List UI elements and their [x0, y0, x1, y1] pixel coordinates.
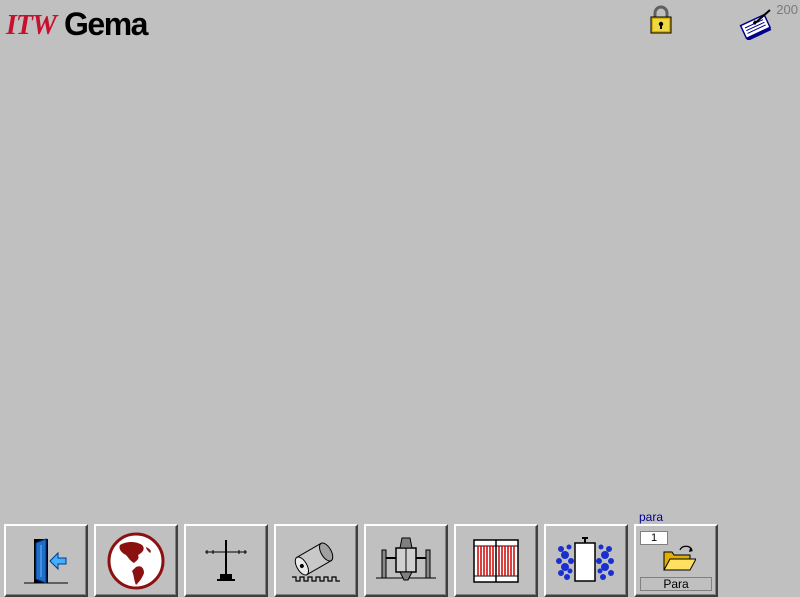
para-number-field[interactable]: 1 — [640, 531, 668, 545]
powder-cloud-button[interactable] — [544, 524, 628, 597]
exit-button[interactable] — [4, 524, 88, 597]
powder-cloud-icon — [556, 536, 614, 582]
language-button[interactable] — [94, 524, 178, 597]
axis-icon — [205, 539, 247, 581]
exit-door-icon — [24, 537, 68, 584]
para-button[interactable]: 1 Para — [634, 524, 718, 597]
roller-button[interactable] — [274, 524, 358, 597]
globe-icon — [107, 532, 165, 589]
axis-button[interactable] — [184, 524, 268, 597]
notepad-pen-icon[interactable] — [738, 8, 774, 42]
folder-open-icon — [663, 545, 696, 571]
para-label: Para — [640, 577, 712, 591]
spray-booth-icon — [376, 537, 436, 580]
counter-value: 200 — [776, 2, 798, 17]
para-caption: para — [639, 510, 664, 524]
logo-gema-text: Gema — [64, 6, 148, 42]
spray-booth-button[interactable] — [364, 524, 448, 597]
filter-grid-icon — [473, 538, 519, 583]
logo-itw-text: ITW — [6, 10, 57, 41]
lock-icon[interactable] — [648, 4, 674, 34]
roller-icon — [292, 541, 340, 582]
filter-grid-button[interactable] — [454, 524, 538, 597]
